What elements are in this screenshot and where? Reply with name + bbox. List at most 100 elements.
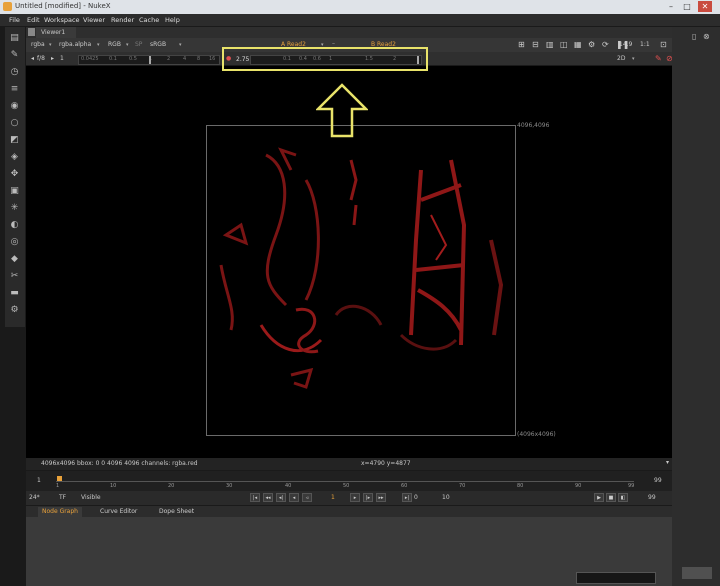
ratio-dropdown[interactable]: 1:1: [640, 41, 650, 48]
tf-dropdown[interactable]: TF: [59, 494, 66, 501]
menu-edit[interactable]: Edit: [27, 16, 40, 24]
gain-slider-handle[interactable]: [149, 56, 151, 64]
tab-viewer1[interactable]: Viewer1: [36, 27, 76, 38]
image-tool-icon[interactable]: ▤: [8, 32, 21, 44]
info-menu-icon[interactable]: ▾: [666, 459, 669, 466]
colorspace-dropdown[interactable]: sRGB: [150, 41, 166, 48]
proxy-icon[interactable]: ⊟: [532, 40, 539, 49]
draw-tool-icon[interactable]: ✎: [8, 49, 21, 61]
keyer-tool-icon[interactable]: ◩: [8, 134, 21, 146]
timeline-end: 99: [654, 477, 662, 484]
tab-dope-sheet[interactable]: Dope Sheet: [155, 507, 198, 517]
3d-tool-icon[interactable]: ▣: [8, 185, 21, 197]
chevron-down-icon: ▾: [97, 42, 100, 48]
step-a[interactable]: 0: [414, 494, 418, 501]
menu-viewer[interactable]: Viewer: [83, 16, 105, 24]
minimize-button[interactable]: –: [664, 1, 678, 12]
tab-node-graph[interactable]: Node Graph: [38, 507, 82, 517]
playhead-icon[interactable]: [57, 476, 62, 481]
paint-icon[interactable]: ✎: [655, 54, 662, 63]
fps-dropdown[interactable]: 24*: [29, 494, 40, 501]
toolsets-tool-icon[interactable]: ✂: [8, 270, 21, 282]
gain-value[interactable]: 1: [60, 55, 64, 62]
refresh-icon[interactable]: ⟳: [602, 40, 609, 49]
clear-properties-icon[interactable]: ⊗: [703, 32, 710, 41]
viewer-tab-bar: [26, 27, 672, 38]
tab-curve-editor[interactable]: Curve Editor: [96, 507, 141, 517]
chevron-down-icon: ▾: [632, 56, 635, 62]
node-graph-navigator[interactable]: [576, 572, 656, 584]
prev-fstop-icon[interactable]: ◂: [31, 55, 34, 62]
play-backward-button[interactable]: ◃: [302, 493, 312, 502]
next-keyframe-button[interactable]: ▸▸: [376, 493, 386, 502]
roi-icon[interactable]: ⊞: [518, 40, 525, 49]
lock-button[interactable]: ◧: [618, 493, 628, 502]
menu-file[interactable]: File: [9, 16, 20, 24]
up-arrow-annotation: [316, 83, 368, 138]
time-tool-icon[interactable]: ◷: [8, 66, 21, 78]
other-tool-icon[interactable]: ▬: [8, 287, 21, 299]
properties-pin-icon[interactable]: ▯: [692, 32, 696, 41]
node-toolbar: ▤ ✎ ◷ ≡ ◉ ○ ◩ ◈ ✥ ▣ ✳ ◐ ◎ ◆ ✂ ▬ ⚙: [5, 27, 25, 327]
merge-tool-icon[interactable]: ◈: [8, 151, 21, 163]
window-title: Untitled [modified] - NukeX: [15, 2, 111, 10]
next-frame-button[interactable]: |▸: [363, 493, 373, 502]
step-b[interactable]: 10: [442, 494, 450, 501]
shape-right-bar-1: [420, 183, 462, 202]
pause-icon[interactable]: ⚙: [588, 40, 595, 49]
menu-bar: File Edit Workspace Viewer Render Cache …: [0, 14, 720, 26]
plugins-tool-icon[interactable]: ⚙: [8, 304, 21, 316]
shape-mid-arc: [334, 304, 383, 326]
maximize-button[interactable]: □: [680, 1, 694, 12]
shape-right-bar-2: [415, 263, 465, 272]
timeline[interactable]: 1 99 1 10 20 30 40 50 60 70 80 90 99: [26, 471, 672, 491]
play-forward-button[interactable]: ▸: [350, 493, 360, 502]
color-pick-icon[interactable]: ⊘: [666, 54, 673, 63]
channel-tool-icon[interactable]: ≡: [8, 83, 21, 95]
visible-dropdown[interactable]: Visible: [81, 494, 101, 501]
shape-left-arc: [265, 153, 288, 307]
filter-tool-icon[interactable]: ○: [8, 117, 21, 129]
close-button[interactable]: ✕: [698, 1, 712, 12]
wipe-mode-icon[interactable]: –: [332, 40, 335, 47]
color-tool-icon[interactable]: ◉: [8, 100, 21, 112]
menu-cache[interactable]: Cache: [139, 16, 159, 24]
chevron-down-icon: ▾: [179, 42, 182, 48]
next-fstop-icon[interactable]: ▸: [51, 55, 54, 62]
lut-icon[interactable]: ▦: [574, 40, 582, 49]
menu-workspace[interactable]: Workspace: [44, 16, 80, 24]
display-dropdown[interactable]: RGB: [108, 41, 121, 48]
fit-icon[interactable]: ⊡: [660, 40, 667, 49]
prev-frame-button[interactable]: ◂: [289, 493, 299, 502]
prev-keyframe-button[interactable]: ◂◂: [263, 493, 273, 502]
gain-slider[interactable]: 0.0425 0.1 0.5 1 2 4 8 16: [78, 55, 220, 65]
current-frame[interactable]: 1: [331, 494, 335, 501]
particles-tool-icon[interactable]: ✳: [8, 202, 21, 214]
panel-scroll-handle[interactable]: [682, 567, 712, 579]
zoom-dropdown[interactable]: 14.9: [619, 41, 632, 48]
nuke-app-icon: [3, 2, 12, 11]
shape-far-right: [489, 239, 504, 336]
metadata-tool-icon[interactable]: ◆: [8, 253, 21, 265]
menu-help[interactable]: Help: [165, 16, 180, 24]
flipbook-button[interactable]: ▶: [594, 493, 604, 502]
sp-label: SP: [135, 41, 143, 48]
cache-button[interactable]: ■: [606, 493, 616, 502]
layer-dropdown[interactable]: rgba.alpha: [59, 41, 91, 48]
skip-end-button[interactable]: ▸|: [402, 493, 412, 502]
shape-hatch: [430, 214, 448, 261]
menu-render[interactable]: Render: [111, 16, 134, 24]
views-tool-icon[interactable]: ◎: [8, 236, 21, 248]
pane-menu-icon[interactable]: [28, 28, 35, 36]
prev-frame-step-button[interactable]: ◂|: [276, 493, 286, 502]
deep-tool-icon[interactable]: ◐: [8, 219, 21, 231]
channels-dropdown[interactable]: rgba: [31, 41, 45, 48]
view-mode-dropdown[interactable]: 2D: [617, 55, 625, 62]
transform-tool-icon[interactable]: ✥: [8, 168, 21, 180]
end-frame[interactable]: 99: [648, 494, 656, 501]
skip-start-button[interactable]: |◂: [250, 493, 260, 502]
clipping-icon[interactable]: ◫: [560, 40, 568, 49]
downscale-icon[interactable]: ▥: [546, 40, 554, 49]
shape-zig: [278, 147, 297, 171]
up-arrow-icon: [316, 83, 368, 138]
